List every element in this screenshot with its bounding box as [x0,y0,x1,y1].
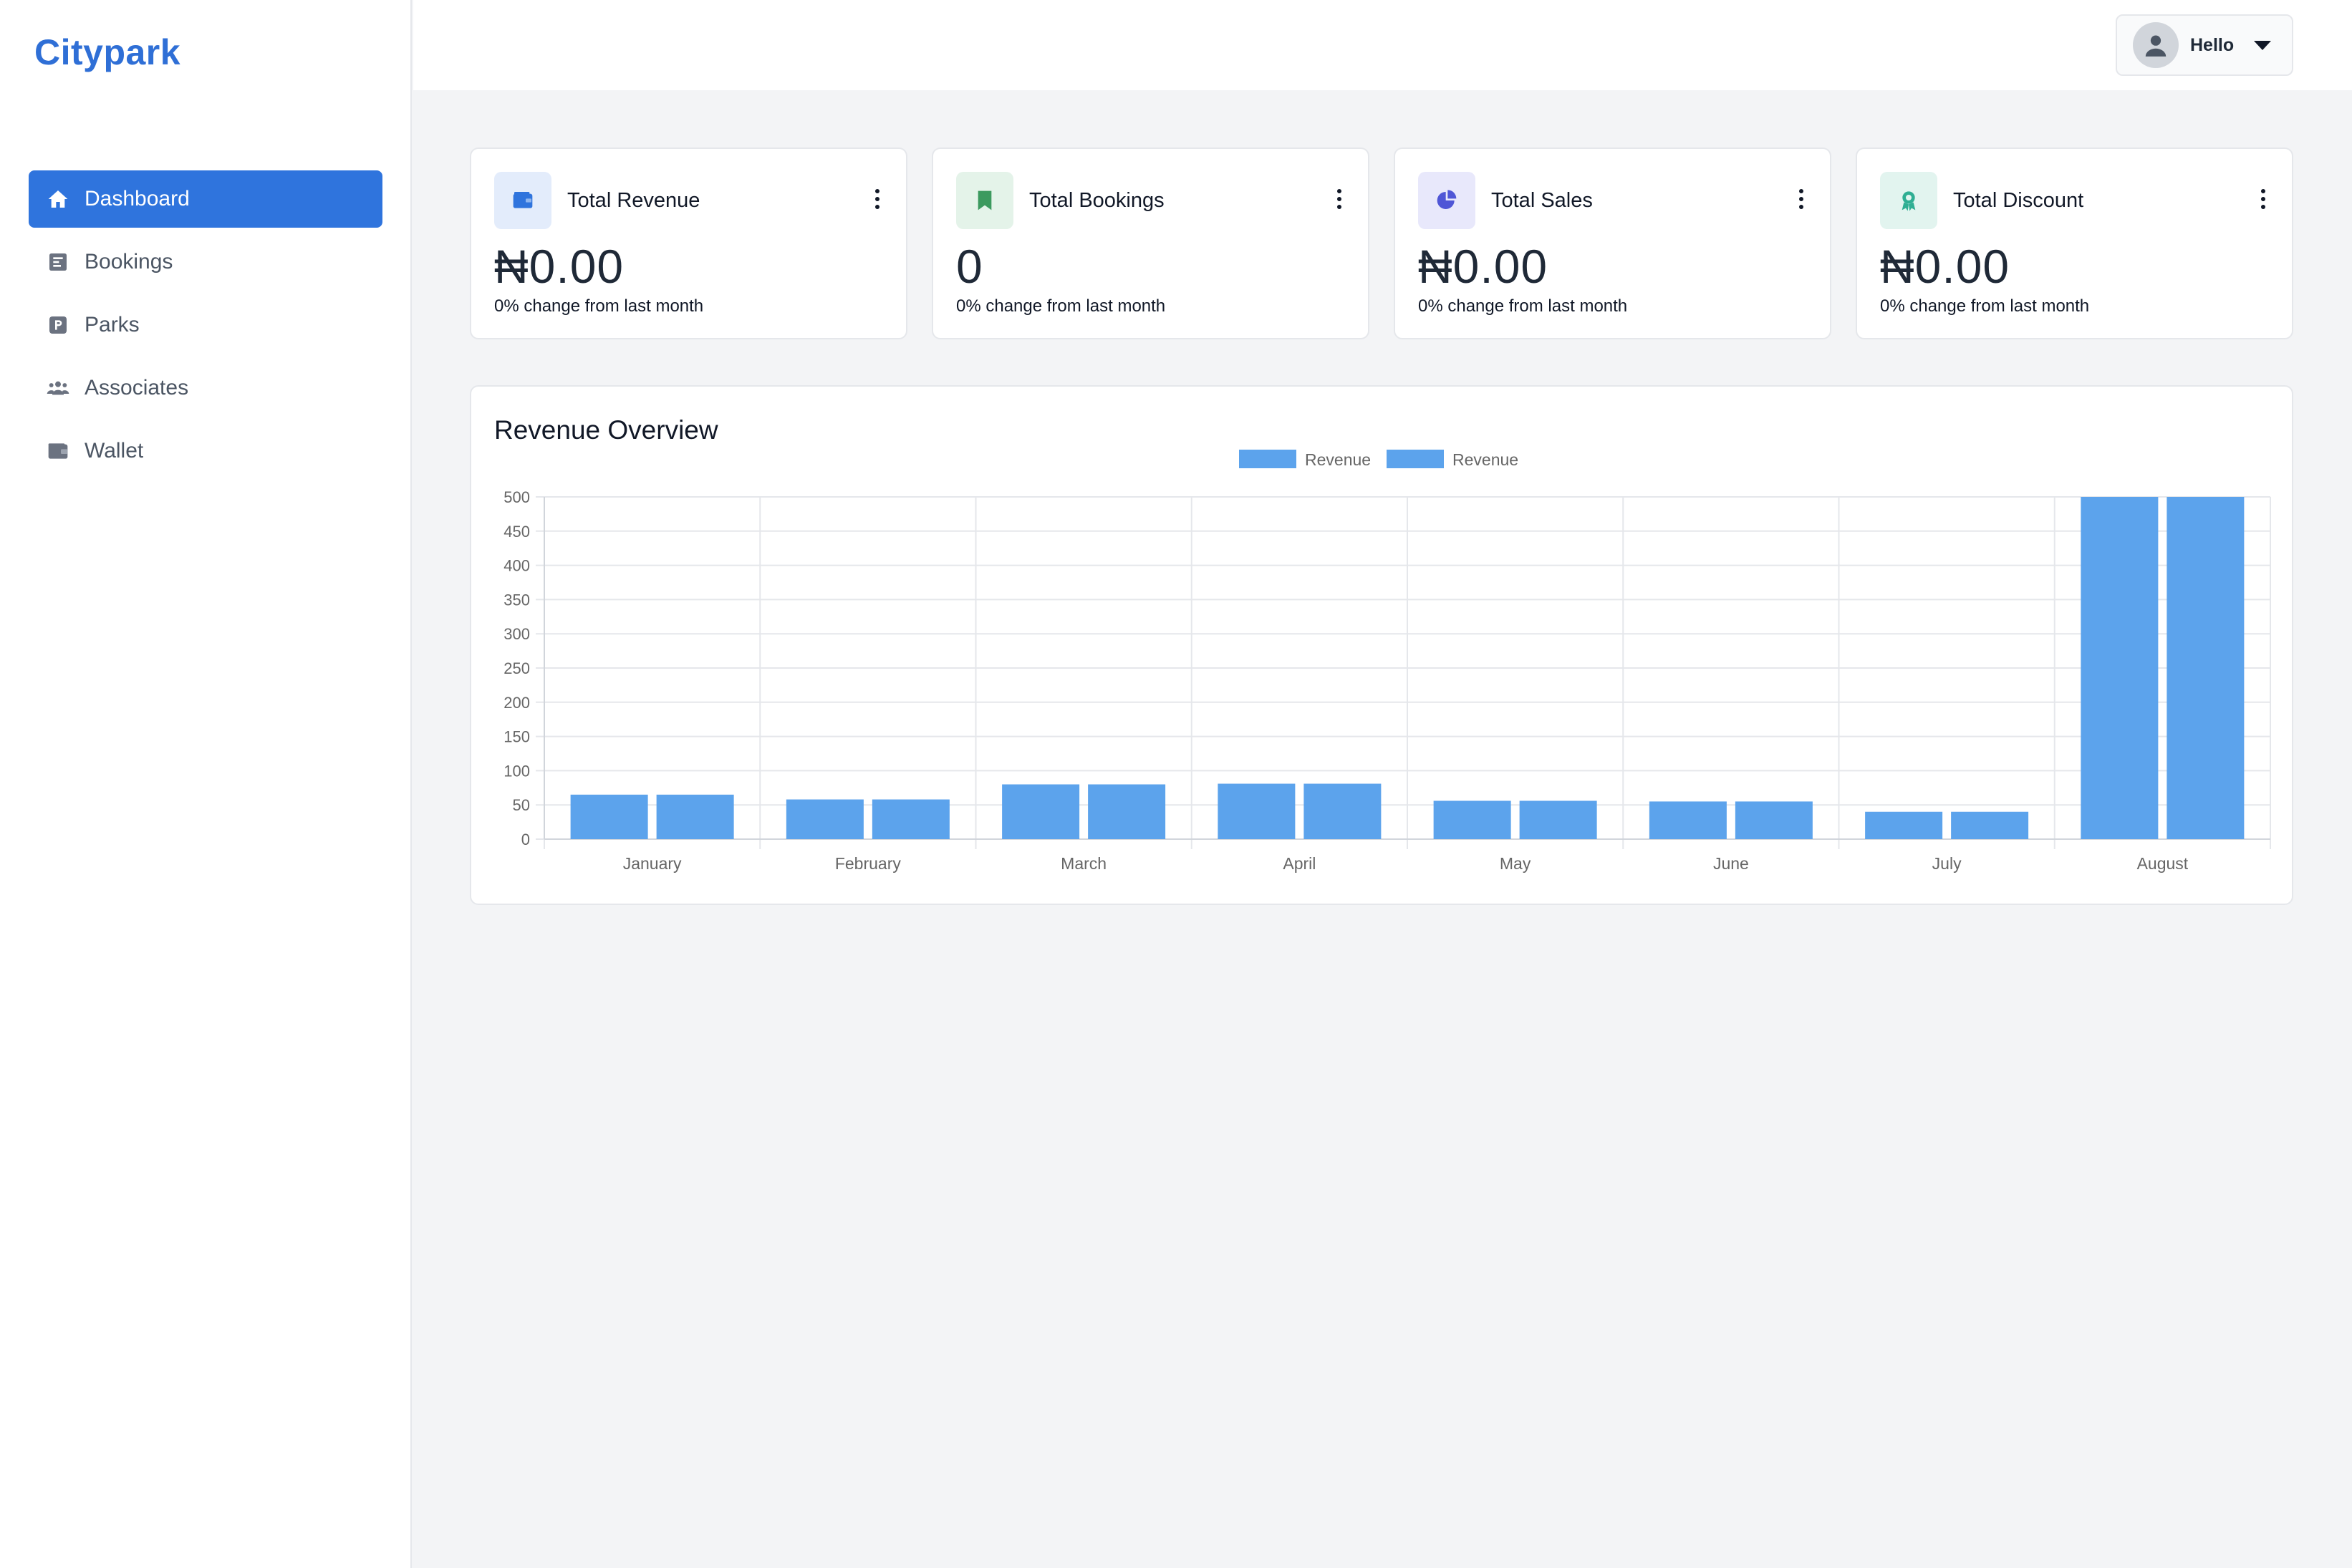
card-change: 0% change from last month [494,296,704,316]
x-tick-label: April [1283,854,1316,873]
bar [2081,497,2159,839]
top-bar: Hello [413,0,2352,90]
card-title: Total Revenue [567,189,700,212]
users-icon [46,376,70,400]
card-value: ₦0.00 [494,240,625,293]
sidebar-item-parks[interactable]: Parks [29,296,382,354]
wallet-icon [46,439,70,463]
y-tick-label: 0 [521,831,530,848]
bar [570,794,648,839]
legend-label: Revenue [1305,450,1371,469]
card-total-bookings: Total Bookings 0 0% change from last mon… [932,147,1369,339]
bar [1649,801,1727,839]
bar [786,799,864,839]
y-tick-label: 200 [503,694,530,712]
sidebar-nav: Dashboard Bookings Parks Associates Wall… [29,170,382,485]
y-tick-label: 400 [503,557,530,575]
document-icon [46,250,70,274]
x-tick-label: January [623,854,682,873]
user-greeting: Hello [2190,34,2235,55]
award-icon [1902,191,1916,211]
y-tick-label: 300 [503,625,530,643]
x-tick-label: June [1713,854,1749,873]
bar [2167,497,2245,839]
stats-cards: Total Revenue ₦0.00 0% change from last … [470,147,2293,339]
revenue-overview-panel: Revenue Overview 0 50 100 150 200 250 300 350 40… [470,385,2293,905]
card-value: ₦0.00 [1880,240,2010,293]
card-change: 0% change from last month [956,296,1166,316]
card-title: Total Sales [1491,189,1593,212]
y-tick-label: 250 [503,659,530,677]
y-tick-label: 450 [503,523,530,541]
avatar [2133,22,2179,68]
more-options-icon[interactable] [873,189,882,209]
sidebar-item-label: Wallet [85,439,144,463]
x-tick-label: March [1061,854,1107,873]
x-tick-label: August [2137,854,2189,873]
sidebar-item-bookings[interactable]: Bookings [29,233,382,291]
sidebar: Citypark Dashboard Bookings Parks Associ… [0,0,412,1568]
legend-swatch [1239,450,1296,468]
bookmark-icon [978,190,992,210]
card-total-discount: Total Discount ₦0.00 0% change from last… [1856,147,2293,339]
card-icon-box [956,172,1013,229]
bar [1735,801,1813,839]
card-total-revenue: Total Revenue ₦0.00 0% change from last … [470,147,907,339]
bar [872,799,950,839]
bar [1865,811,1943,839]
bar [1303,783,1382,839]
sidebar-item-label: Bookings [85,250,173,274]
y-tick-label: 350 [503,591,530,609]
bar [1519,800,1597,839]
user-menu-button[interactable]: Hello [2116,14,2293,76]
revenue-bar-chart: 0 50 100 150 200 250 300 350 400 450 500 January Feb… [503,450,2271,873]
bar [1951,811,2029,839]
more-options-icon[interactable] [1335,189,1344,209]
bar [1002,784,1080,839]
card-change: 0% change from last month [1418,296,1628,316]
card-icon-box [494,172,551,229]
y-tick-label: 500 [503,488,530,506]
sidebar-item-wallet[interactable]: Wallet [29,422,382,480]
user-icon [2145,35,2167,57]
card-total-sales: Total Sales ₦0.00 0% change from last mo… [1394,147,1831,339]
y-tick-label: 100 [503,762,530,780]
parking-icon [46,313,70,337]
sidebar-item-label: Parks [85,313,140,337]
home-icon [46,187,70,211]
chevron-down-icon [2254,40,2272,50]
brand-logo[interactable]: Citypark [34,32,180,73]
sidebar-item-associates[interactable]: Associates [29,359,382,417]
card-change: 0% change from last month [1880,296,2090,316]
wallet-icon [513,192,533,208]
bar [1218,783,1296,839]
x-tick-label: May [1500,854,1531,873]
bar [656,794,734,839]
y-tick-label: 50 [513,796,530,814]
bar [1433,800,1511,839]
bar [1088,784,1166,839]
card-icon-box [1880,172,1937,229]
x-tick-label: February [835,854,902,873]
pie-chart-icon [1437,190,1457,209]
sidebar-item-label: Associates [85,376,189,400]
card-title: Total Discount [1953,189,2084,212]
legend-label: Revenue [1452,450,1518,469]
x-tick-label: July [1932,854,1962,873]
card-value: ₦0.00 [1418,240,1548,293]
sidebar-item-label: Dashboard [85,187,190,210]
card-icon-box [1418,172,1475,229]
legend-swatch [1387,450,1444,468]
card-value: 0 [956,240,983,293]
y-tick-label: 150 [503,728,530,746]
card-title: Total Bookings [1029,189,1165,212]
more-options-icon[interactable] [2259,189,2267,209]
more-options-icon[interactable] [1797,189,1806,209]
sidebar-item-dashboard[interactable]: Dashboard [29,170,382,228]
